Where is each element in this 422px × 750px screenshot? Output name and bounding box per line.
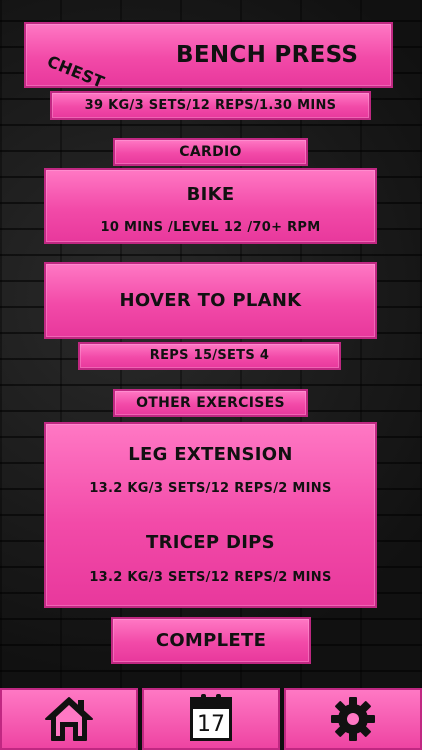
calendar-icon: 17 bbox=[190, 694, 232, 741]
leg-extension-title: LEG EXTENSION bbox=[128, 444, 293, 465]
tab-settings[interactable] bbox=[284, 688, 422, 750]
cardio-section-label: CARDIO bbox=[113, 138, 308, 166]
reps-sets-detail: REPS 15/SETS 4 bbox=[78, 342, 341, 370]
other-exercises-card[interactable]: LEG EXTENSION 13.2 KG/3 SETS/12 REPS/2 M… bbox=[44, 422, 377, 608]
bike-card[interactable]: BIKE 10 MINS /LEVEL 12 /70+ RPM bbox=[44, 168, 377, 244]
bike-detail: 10 MINS /LEVEL 12 /70+ RPM bbox=[100, 220, 321, 235]
home-icon bbox=[45, 697, 93, 741]
bench-press-detail: 39 KG/3 SETS/12 REPS/1.30 MINS bbox=[50, 91, 371, 120]
exercise-header: CHEST BENCH PRESS bbox=[24, 22, 393, 92]
tab-bar: 17 bbox=[0, 688, 422, 750]
other-exercises-label: OTHER EXERCISES bbox=[113, 389, 308, 417]
tricep-dips-title: TRICEP DIPS bbox=[146, 532, 275, 553]
calendar-day: 17 bbox=[197, 712, 225, 737]
exercise-title: BENCH PRESS bbox=[176, 42, 359, 68]
hover-to-plank-title: HOVER TO PLANK bbox=[119, 290, 302, 311]
tab-home[interactable] bbox=[0, 688, 138, 750]
tricep-dips-detail: 13.2 KG/3 SETS/12 REPS/2 MINS bbox=[89, 570, 332, 585]
complete-button[interactable]: COMPLETE bbox=[111, 617, 311, 664]
leg-extension-detail: 13.2 KG/3 SETS/12 REPS/2 MINS bbox=[89, 481, 332, 496]
muscle-group-tag: CHEST bbox=[44, 51, 108, 92]
gear-icon bbox=[331, 697, 375, 741]
tab-calendar[interactable]: 17 bbox=[142, 688, 280, 750]
bike-title: BIKE bbox=[186, 184, 235, 205]
hover-to-plank-card[interactable]: HOVER TO PLANK bbox=[44, 262, 377, 339]
